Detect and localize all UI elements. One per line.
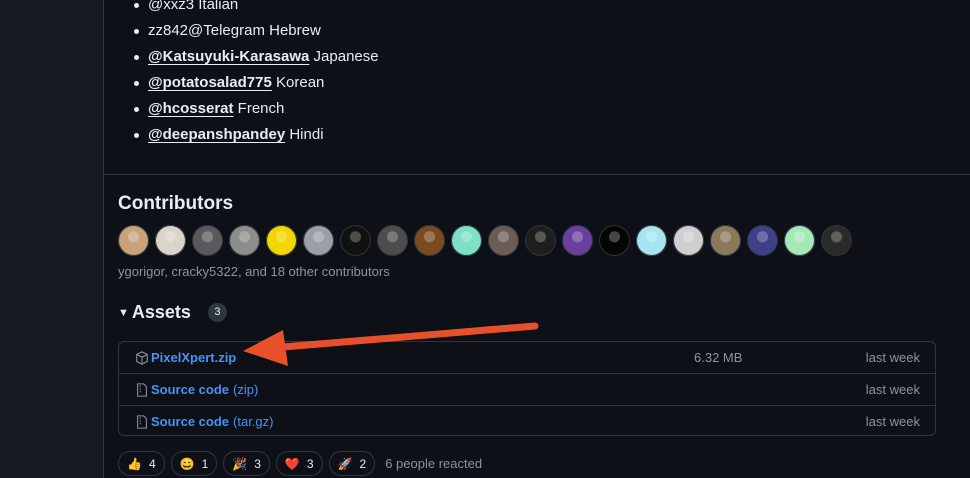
list-item: @hcosserat French [134,96,379,122]
avatar[interactable] [303,225,334,256]
avatar[interactable] [562,225,593,256]
assets-title: Assets [131,302,191,322]
section-divider [103,174,970,175]
list-item: @xxz3 Italian [134,0,379,18]
language-label: Hebrew [269,22,321,39]
assets-toggle[interactable]: ▼ Assets 3 [118,302,227,323]
list-item: zz842@Telegram Hebrew [134,18,379,44]
translator-link[interactable]: @deepanshpandey [148,126,285,143]
reaction-count: 2 [359,456,367,471]
avatar[interactable] [710,225,741,256]
avatar[interactable] [118,225,149,256]
asset-link[interactable]: Source code [151,414,229,429]
thumbs-up-icon: 👍 [127,456,142,471]
avatar[interactable] [784,225,815,256]
avatar[interactable] [488,225,519,256]
language-label: Hindi [289,126,324,143]
list-item: @deepanshpandey Hindi [134,122,379,148]
reaction-hooray-button[interactable]: 🎉 3 [223,451,270,476]
smile-icon: 😄 [179,456,195,471]
reactions-bar: 👍 4 😄 1 🎉 3 ❤️ 3 🚀 2 6 people reacted [118,451,482,476]
asset-link[interactable]: PixelXpert.zip [151,350,236,365]
avatar[interactable] [636,225,667,256]
assets-count-badge: 3 [207,303,227,322]
file-zip-icon [137,414,147,429]
asset-format[interactable]: (zip) [233,382,258,397]
list-item: @Katsuyuki-Karasawa Japanese [134,44,379,70]
avatar[interactable] [340,225,371,256]
reactions-summary: 6 people reacted [385,456,483,471]
avatar[interactable] [525,225,556,256]
avatar[interactable] [229,225,260,256]
asset-link[interactable]: Source code [151,382,229,397]
avatar[interactable] [414,225,445,256]
asset-date: last week [865,414,920,429]
asset-date: last week [865,350,920,365]
contributor-avatars [118,225,852,256]
asset-row: Source code (zip) last week [119,374,935,406]
contributors-names[interactable]: ygorigor, cracky5322, and 18 other contr… [118,264,390,279]
avatar[interactable] [266,225,297,256]
heart-icon: ❤️ [284,456,300,471]
asset-size: 6.32 MB [694,350,743,365]
list-item: @potatosalad775 Korean [134,70,379,96]
caret-down-icon: ▼ [118,306,129,319]
avatar[interactable] [747,225,778,256]
translator-handle: zz842@Telegram [148,22,265,39]
asset-format[interactable]: (tar.gz) [233,414,273,429]
reaction-rocket-button[interactable]: 🚀 2 [328,451,376,476]
avatar[interactable] [192,225,223,256]
avatar[interactable] [377,225,408,256]
avatar[interactable] [451,225,482,256]
translators-list: @xxz3 Italian zz842@Telegram Hebrew @Kat… [134,0,379,148]
reaction-count: 4 [148,456,156,471]
avatar[interactable] [673,225,704,256]
asset-date: last week [865,382,920,397]
language-label: Korean [276,74,325,91]
translator-link[interactable]: @Katsuyuki-Karasawa [148,48,309,65]
avatar[interactable] [599,225,630,256]
language-label: Japanese [313,48,379,65]
reaction-count: 1 [201,456,209,471]
asset-row: PixelXpert.zip 6.32 MB last week [119,342,935,374]
file-zip-icon [137,382,147,397]
language-label: Italian [198,0,239,13]
language-label: French [237,100,285,117]
reaction-count: 3 [306,456,314,471]
contributors-title: Contributors [118,193,234,214]
translator-handle: @xxz3 [148,0,195,13]
party-popper-icon: 🎉 [232,456,248,471]
reaction-laugh-button[interactable]: 😄 1 [170,451,218,476]
package-icon [136,350,148,365]
rocket-icon: 🚀 [337,456,353,471]
reaction-heart-button[interactable]: ❤️ 3 [275,451,323,476]
avatar[interactable] [155,225,186,256]
avatar[interactable] [821,225,852,256]
asset-row: Source code (tar.gz) last week [119,406,935,437]
translator-link[interactable]: @potatosalad775 [148,74,272,91]
translator-link[interactable]: @hcosserat [148,100,234,117]
reaction-count: 3 [254,456,261,471]
assets-list: PixelXpert.zip 6.32 MB last week Source … [118,341,936,436]
reaction-thumbsup-button[interactable]: 👍 4 [118,451,165,476]
